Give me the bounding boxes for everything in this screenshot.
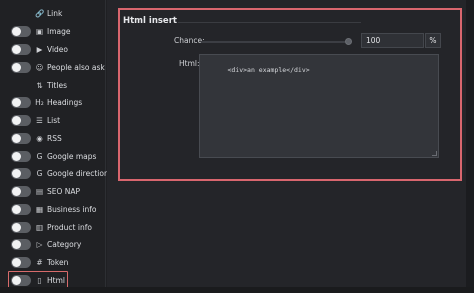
toggle-switch[interactable] xyxy=(11,167,31,179)
seo-nap-icon: ▤ xyxy=(35,186,44,196)
toggle-switch[interactable] xyxy=(11,221,31,233)
google-icon: G xyxy=(36,168,43,178)
sidebar-item-headings[interactable]: H₂ Headings xyxy=(0,93,106,111)
toggle-switch[interactable] xyxy=(11,238,31,250)
toggle-switch[interactable] xyxy=(11,203,31,215)
html-label: Html: xyxy=(179,59,200,68)
title-divider xyxy=(178,22,361,23)
toggle-switch[interactable] xyxy=(11,114,31,126)
toggle-switch[interactable] xyxy=(11,256,31,268)
business-icon: ▦ xyxy=(35,204,44,214)
sidebar-item-label: List xyxy=(47,115,61,125)
chance-input[interactable]: 100 xyxy=(361,33,424,48)
sidebar-item-label: RSS xyxy=(47,133,62,143)
panel-title: Html insert xyxy=(123,16,177,26)
sidebar-item-label: Business info xyxy=(47,204,97,214)
main-panel: Html insert Chance: 100 % Html: <div>an … xyxy=(107,0,474,293)
video-icon: ▶ xyxy=(36,44,43,54)
product-icon: ▥ xyxy=(35,222,44,232)
sidebar-item-token[interactable]: # Token xyxy=(0,253,106,271)
image-icon: ▣ xyxy=(35,26,44,36)
sidebar-item-business-info[interactable]: ▦ Business info xyxy=(0,200,106,218)
token-icon: # xyxy=(36,257,43,267)
sidebar-item-label: Image xyxy=(47,26,71,36)
category-icon: ▷ xyxy=(36,239,43,249)
toggle-switch[interactable] xyxy=(11,61,31,73)
html-insert-panel: Html insert Chance: 100 % Html: <div>an … xyxy=(118,8,462,181)
rss-icon: ◉ xyxy=(36,133,43,143)
scrollbar[interactable] xyxy=(466,0,474,293)
sidebar-item-titles[interactable]: ⇅ Titles xyxy=(0,76,106,94)
sidebar-item-google-direction[interactable]: G Google direction xyxy=(0,164,109,182)
sidebar-item-label: Titles xyxy=(47,80,67,90)
chance-slider[interactable] xyxy=(201,41,345,43)
toggle-switch[interactable] xyxy=(11,25,31,37)
sidebar-item-label: Google direction xyxy=(47,168,109,178)
sidebar: 🔗 Link ▣ Image ▶ Video ☺ People also ask ⇅ Titles… xyxy=(0,0,109,293)
sidebar-item-label: Link xyxy=(47,8,63,18)
headings-icon: H₂ xyxy=(35,97,44,107)
list-icon: ☰ xyxy=(36,115,43,125)
sidebar-item-seo-nap[interactable]: ▤ SEO NAP xyxy=(0,182,106,200)
toggle-switch[interactable] xyxy=(11,96,31,108)
sidebar-item-category[interactable]: ▷ Category xyxy=(0,235,106,253)
sidebar-item-label: People also ask xyxy=(47,62,105,72)
link-icon: 🔗 xyxy=(35,8,45,18)
resize-handle[interactable] xyxy=(432,151,437,156)
sidebar-item-people-also-ask[interactable]: ☺ People also ask xyxy=(0,58,106,76)
sidebar-item-product-info[interactable]: ▥ Product info xyxy=(0,218,106,236)
sidebar-item-rss[interactable]: ◉ RSS xyxy=(0,129,106,147)
titles-icon: ⇅ xyxy=(36,80,43,90)
sidebar-item-list[interactable]: ☰ List xyxy=(0,111,106,129)
sidebar-item-label: Headings xyxy=(47,97,83,107)
toggle-switch[interactable] xyxy=(11,185,31,197)
sidebar-item-google-maps[interactable]: G Google maps xyxy=(0,147,106,165)
sidebar-item-label: Category xyxy=(47,239,82,249)
sidebar-item-video[interactable]: ▶ Video xyxy=(0,40,106,58)
google-icon: G xyxy=(36,151,43,161)
bottom-bar xyxy=(0,287,474,293)
sidebar-item-label: Product info xyxy=(47,222,92,232)
html-textarea-value: <div>an example</div> xyxy=(227,66,310,74)
toggle-switch[interactable] xyxy=(11,150,31,162)
chance-unit: % xyxy=(425,33,441,48)
html-textarea[interactable]: <div>an example</div> xyxy=(199,54,439,158)
sidebar-item-label: Token xyxy=(47,257,69,267)
sidebar-item-label: Video xyxy=(47,44,69,54)
chance-slider-handle[interactable] xyxy=(345,38,352,45)
people-icon: ☺ xyxy=(35,62,44,72)
sidebar-item-link[interactable]: 🔗 Link xyxy=(0,4,106,22)
sidebar-item-image[interactable]: ▣ Image xyxy=(0,22,106,40)
toggle-switch[interactable] xyxy=(11,132,31,144)
sidebar-item-label: SEO NAP xyxy=(47,186,81,196)
sidebar-item-label: Google maps xyxy=(47,151,97,161)
toggle-switch[interactable] xyxy=(11,43,31,55)
